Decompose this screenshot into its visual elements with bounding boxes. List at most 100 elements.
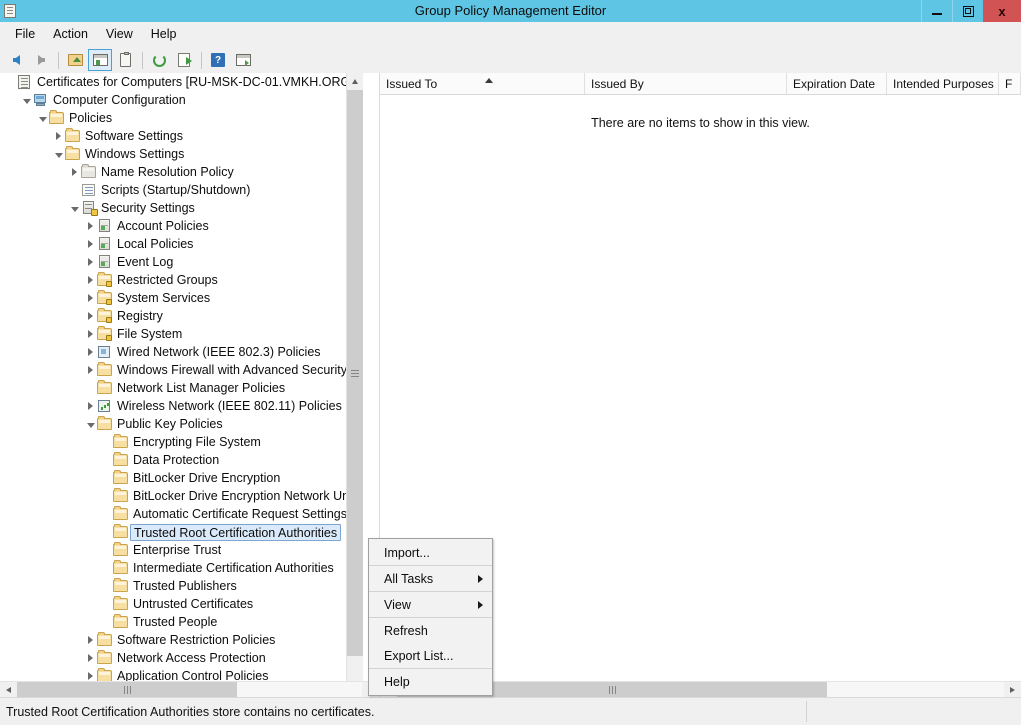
tree-node[interactable]: Computer Configuration [0, 91, 363, 109]
tree-expander[interactable] [68, 163, 81, 181]
tree-node[interactable]: Policies [0, 109, 363, 127]
tree-expander[interactable] [84, 217, 97, 235]
tree-node[interactable]: Network Access Protection [0, 649, 363, 667]
tree-expander[interactable] [36, 109, 49, 127]
tree-node[interactable]: Software Settings [0, 127, 363, 145]
export-list-button[interactable] [172, 49, 196, 71]
tree-node-icon [65, 146, 81, 162]
tree-expander[interactable] [84, 307, 97, 325]
tree-expander [68, 181, 81, 199]
help-button[interactable]: ? [206, 49, 230, 71]
column-header[interactable]: Expiration Date [787, 73, 887, 94]
tree-node[interactable]: Trusted People [0, 613, 363, 631]
menu-file[interactable]: File [6, 24, 44, 44]
tree-node[interactable]: BitLocker Drive Encryption Network Unloc… [0, 487, 363, 505]
tree-hscroll-track[interactable] [17, 682, 362, 698]
context-menu-item[interactable]: All Tasks [369, 566, 492, 591]
show-hide-console-tree-button[interactable] [88, 49, 112, 71]
refresh-button[interactable] [147, 49, 171, 71]
context-menu-item[interactable]: Import... [369, 540, 492, 565]
tree-node[interactable]: Scripts (Startup/Shutdown) [0, 181, 363, 199]
tree-expander[interactable] [84, 631, 97, 649]
scroll-thumb[interactable] [347, 90, 363, 656]
tree-node-label: Restricted Groups [117, 273, 218, 287]
tree-horizontal-scrollbar[interactable] [0, 681, 379, 698]
tree-node[interactable]: Windows Settings [0, 145, 363, 163]
tree-expander[interactable] [84, 271, 97, 289]
scroll-left-button[interactable] [0, 682, 17, 698]
up-one-level-button[interactable] [63, 49, 87, 71]
tree-node[interactable]: Network List Manager Policies [0, 379, 363, 397]
tree-node[interactable]: Certificates for Computers [RU-MSK-DC-01… [0, 73, 363, 91]
tree-node[interactable]: Enterprise Trust [0, 541, 363, 559]
tree-expander [100, 595, 113, 613]
column-header[interactable]: Issued By [585, 73, 787, 94]
tree-node[interactable]: Data Protection [0, 451, 363, 469]
column-header[interactable]: F [999, 73, 1021, 94]
cabinet-icon [99, 219, 110, 232]
tree-node[interactable]: Automatic Certificate Request Settings [0, 505, 363, 523]
tree-hscroll-thumb[interactable] [17, 682, 237, 698]
tree-expander[interactable] [52, 127, 65, 145]
menu-help[interactable]: Help [142, 24, 186, 44]
tree-node-icon [97, 344, 113, 360]
context-menu-item[interactable]: Refresh [369, 618, 492, 643]
tree-node[interactable]: BitLocker Drive Encryption [0, 469, 363, 487]
folder-icon [65, 128, 80, 142]
tree-expander[interactable] [84, 235, 97, 253]
tree-node[interactable]: Local Policies [0, 235, 363, 253]
properties-button[interactable] [113, 49, 137, 71]
tree-node[interactable]: Untrusted Certificates [0, 595, 363, 613]
tree-expander[interactable] [84, 289, 97, 307]
tree-node[interactable]: Wireless Network (IEEE 802.11) Policies [0, 397, 363, 415]
menu-view[interactable]: View [97, 24, 142, 44]
tree-node[interactable]: System Services [0, 289, 363, 307]
tree-expander[interactable] [68, 199, 81, 217]
scroll-up-button[interactable] [347, 73, 363, 90]
tree-expander[interactable] [84, 253, 97, 271]
tree-node[interactable]: File System [0, 325, 363, 343]
tree-node[interactable]: Name Resolution Policy [0, 163, 363, 181]
tree-node[interactable]: Trusted Publishers [0, 577, 363, 595]
title-bar: Group Policy Management Editor x [0, 0, 1021, 22]
tree-expander[interactable] [84, 361, 97, 379]
forward-button[interactable] [29, 49, 53, 71]
restore-button[interactable] [952, 0, 983, 22]
back-button[interactable] [4, 49, 28, 71]
tree-node[interactable]: Restricted Groups [0, 271, 363, 289]
context-menu[interactable]: Import... All Tasks View Refresh Export List… [368, 538, 493, 696]
tree-node[interactable]: Account Policies [0, 217, 363, 235]
tree-expander[interactable] [84, 343, 97, 361]
tree-node[interactable]: Application Control Policies [0, 667, 363, 681]
column-header[interactable]: Issued To [380, 73, 585, 94]
tree-expander[interactable] [84, 649, 97, 667]
console-tree[interactable]: Certificates for Computers [RU-MSK-DC-01… [0, 73, 379, 681]
tree-expander[interactable] [52, 145, 65, 163]
tree-node[interactable]: Windows Firewall with Advanced Security [0, 361, 363, 379]
tree-node[interactable]: Security Settings [0, 199, 363, 217]
tree-node[interactable]: Software Restriction Policies [0, 631, 363, 649]
close-button[interactable]: x [983, 0, 1021, 22]
tree-node-label: Local Policies [117, 237, 194, 251]
tree-node[interactable]: Encrypting File System [0, 433, 363, 451]
minimize-button[interactable] [921, 0, 952, 22]
tree-node[interactable]: Trusted Root Certification Authorities [0, 523, 363, 541]
tree-node[interactable]: Event Log [0, 253, 363, 271]
scroll-right-button[interactable] [1004, 682, 1021, 698]
tree-expander[interactable] [20, 91, 33, 109]
context-menu-item[interactable]: Export List... [369, 643, 492, 668]
tree-node[interactable]: Intermediate Certification Authorities [0, 559, 363, 577]
tree-node[interactable]: Public Key Policies [0, 415, 363, 433]
context-menu-item[interactable]: View [369, 592, 492, 617]
tree-vertical-scrollbar[interactable] [346, 73, 363, 681]
tree-expander[interactable] [84, 397, 97, 415]
tree-node[interactable]: Registry [0, 307, 363, 325]
menu-action[interactable]: Action [44, 24, 97, 44]
show-view-button[interactable] [231, 49, 255, 71]
tree-node[interactable]: Wired Network (IEEE 802.3) Policies [0, 343, 363, 361]
context-menu-item[interactable]: Help [369, 669, 492, 694]
column-header[interactable]: Intended Purposes [887, 73, 999, 94]
tree-expander[interactable] [84, 667, 97, 681]
tree-expander[interactable] [84, 325, 97, 343]
tree-expander[interactable] [84, 415, 97, 433]
